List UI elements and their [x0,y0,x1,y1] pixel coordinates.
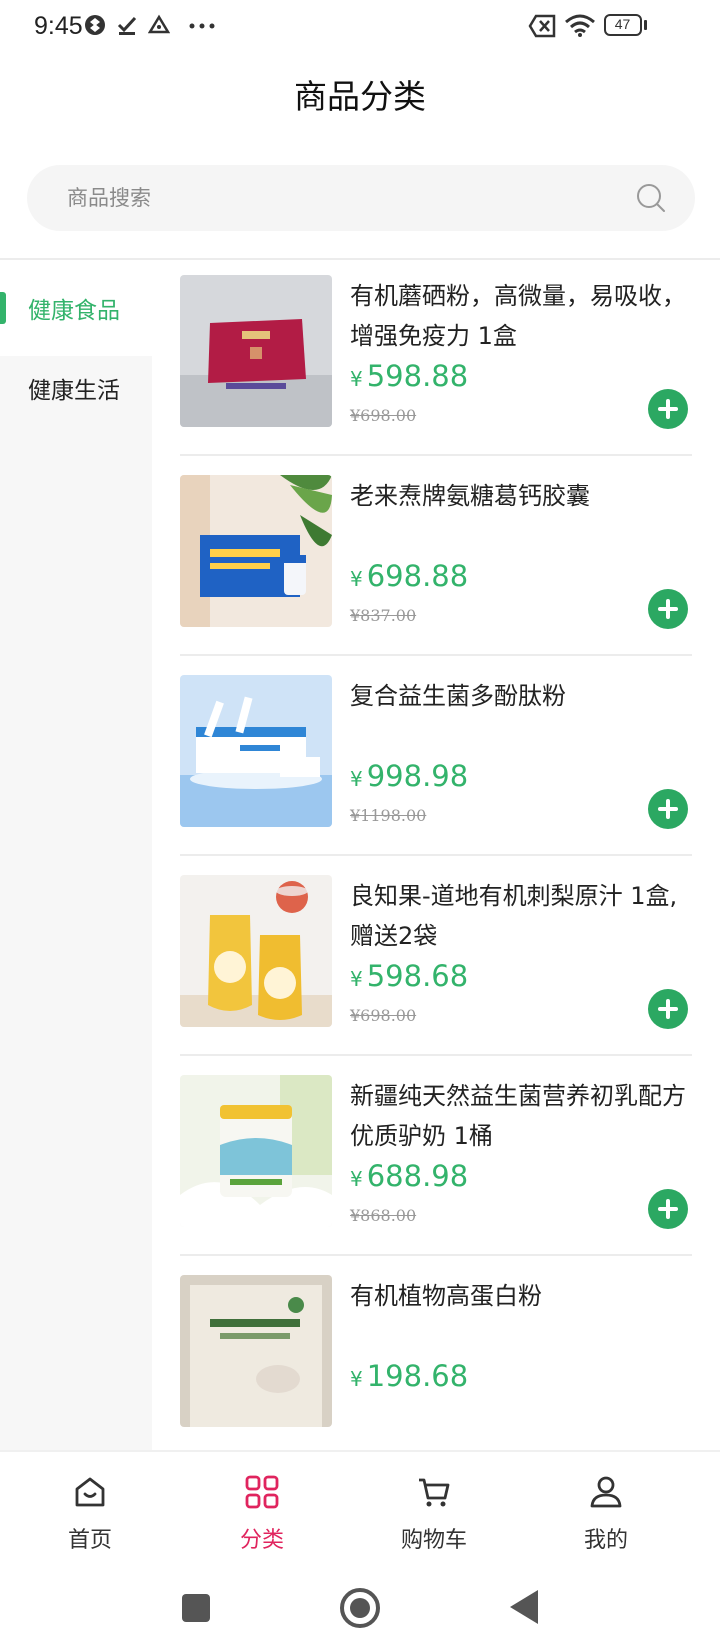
drive-icon [148,14,170,34]
battery-tip [644,20,647,30]
search-input[interactable] [67,165,627,231]
search-bar[interactable] [27,165,695,231]
product-image[interactable] [180,475,332,627]
currency-symbol: ¥ [350,567,363,591]
product-list[interactable]: 有机蘑硒粉，高微量，易吸收，增强免疫力 1盒 ¥598.88 ¥698.00 老… [152,260,720,1450]
original-price: ¥1198.00 [350,806,427,825]
page-title: 商品分类 [294,77,426,116]
price-value: 998.98 [366,759,469,793]
bottom-tab-bar: 首页 分类 购物车 我的 [0,1450,720,1560]
product-card[interactable]: 新疆纯天然益生菌营养初乳配方优质驴奶 1桶 ¥688.98 ¥868.00 [180,1046,692,1256]
product-image[interactable] [180,275,332,427]
status-bar: 9:45 47 [0,0,720,54]
active-indicator [0,292,6,324]
more-notifications-icon [189,23,215,29]
home-button[interactable] [340,1588,380,1628]
wifi-icon [565,14,595,37]
product-name[interactable]: 老来焘牌氨糖葛钙胶囊 [350,476,690,516]
product-price: ¥688.98 [350,1159,468,1193]
currency-symbol: ¥ [350,1367,363,1391]
add-to-cart-button[interactable] [648,589,688,629]
product-card[interactable]: 老来焘牌氨糖葛钙胶囊 ¥698.88 ¥837.00 [180,446,692,656]
product-price: ¥198.68 [350,1359,468,1393]
price-value: 698.88 [366,559,469,593]
original-price: ¥698.00 [350,406,417,425]
product-image[interactable] [180,1075,332,1227]
category-label: 健康食品 [28,298,120,324]
original-price: ¥868.00 [350,1206,417,1225]
category-sidebar: 健康食品 健康生活 [0,260,152,1450]
tab-category[interactable]: 分类 [172,1452,352,1562]
task-done-icon [117,16,137,35]
currency-symbol: ¥ [350,1167,363,1191]
currency-symbol: ¥ [350,767,363,791]
product-card[interactable]: 有机植物高蛋白粉 ¥198.68 [180,1246,692,1450]
price-value: 688.98 [366,1159,469,1193]
sim-off-icon [528,14,556,38]
price-value: 198.68 [366,1359,469,1393]
original-price: ¥837.00 [350,606,417,625]
price-value: 598.68 [366,959,469,993]
grid-icon [245,1475,279,1509]
system-nav-bar [0,1560,720,1650]
product-name[interactable]: 有机植物高蛋白粉 [350,1276,690,1316]
category-item-health-life[interactable]: 健康生活 [0,340,152,436]
product-name[interactable]: 良知果-道地有机刺梨原汁 1盒,赠送2袋 [350,876,690,956]
add-to-cart-button[interactable] [648,389,688,429]
original-price: ¥698.00 [350,1006,417,1025]
recent-apps-button[interactable] [182,1594,210,1622]
tab-label: 购物车 [400,1528,467,1553]
category-label: 健康生活 [28,378,120,404]
tab-cart[interactable]: 购物车 [344,1452,524,1562]
currency-symbol: ¥ [350,367,363,391]
sync-status-icon [85,15,105,35]
cart-icon [419,1478,450,1507]
product-price: ¥598.88 [350,359,468,393]
tab-label: 我的 [583,1528,628,1553]
add-to-cart-button[interactable] [648,789,688,829]
tab-mine[interactable]: 我的 [516,1452,696,1562]
tab-home[interactable]: 首页 [0,1452,180,1562]
currency-symbol: ¥ [350,967,363,991]
search-icon[interactable] [635,182,667,214]
tab-label: 分类 [239,1528,284,1553]
product-name[interactable]: 新疆纯天然益生菌营养初乳配方优质驴奶 1桶 [350,1076,690,1156]
tab-label: 首页 [67,1528,112,1553]
product-card[interactable]: 复合益生菌多酚肽粉 ¥998.98 ¥1198.00 [180,646,692,856]
product-name[interactable]: 复合益生菌多酚肽粉 [350,676,690,716]
user-icon [590,1476,622,1508]
product-image[interactable] [180,675,332,827]
home-icon [75,1477,105,1507]
price-value: 598.88 [366,359,469,393]
add-to-cart-button[interactable] [648,989,688,1029]
product-image[interactable] [180,875,332,1027]
product-price: ¥998.98 [350,759,468,793]
product-price: ¥598.68 [350,959,468,993]
back-button[interactable] [510,1590,538,1624]
battery-icon: 47 [604,14,642,36]
add-to-cart-button[interactable] [648,1189,688,1229]
product-image[interactable] [180,1275,332,1427]
product-name[interactable]: 有机蘑硒粉，高微量，易吸收，增强免疫力 1盒 [350,276,690,356]
product-price: ¥698.88 [350,559,468,593]
product-card[interactable]: 良知果-道地有机刺梨原汁 1盒,赠送2袋 ¥598.68 ¥698.00 [180,846,692,1056]
product-card[interactable]: 有机蘑硒粉，高微量，易吸收，增强免疫力 1盒 ¥598.88 ¥698.00 [180,260,692,456]
status-time: 9:45 [34,12,83,40]
battery-level: 47 [614,16,631,32]
